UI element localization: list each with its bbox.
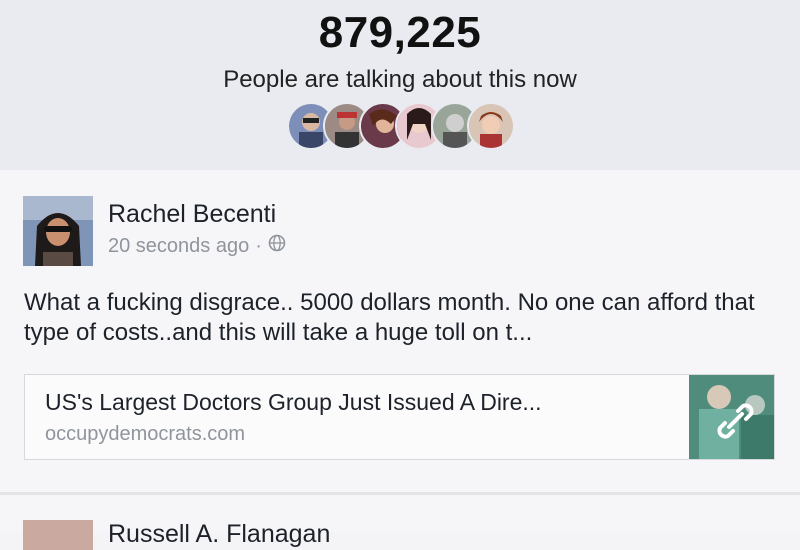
meta-separator: · xyxy=(255,234,262,257)
avatar[interactable] xyxy=(23,520,93,550)
talking-summary-header: 879,225 People are talking about this no… xyxy=(0,0,800,170)
post-author-name[interactable]: Rachel Becenti xyxy=(108,200,276,229)
link-domain: occupydemocrats.com xyxy=(45,423,246,445)
avatar[interactable] xyxy=(467,102,515,150)
talking-subtitle: People are talking about this now xyxy=(223,66,577,93)
post-meta: 20 seconds ago · xyxy=(108,234,286,258)
link-preview-card[interactable]: US's Largest Doctors Group Just Issued A… xyxy=(24,374,775,460)
people-count: 879,225 xyxy=(318,8,482,57)
post-timestamp[interactable]: 20 seconds ago xyxy=(108,235,249,258)
post-body-text: What a fucking disgrace.. 5000 dollars m… xyxy=(24,289,755,346)
link-title[interactable]: US's Largest Doctors Group Just Issued A… xyxy=(45,389,542,416)
avatar[interactable] xyxy=(23,196,93,266)
post-author-name[interactable]: Russell A. Flanagan xyxy=(108,520,330,549)
globe-icon xyxy=(268,234,286,258)
link-thumbnail[interactable] xyxy=(689,375,774,459)
